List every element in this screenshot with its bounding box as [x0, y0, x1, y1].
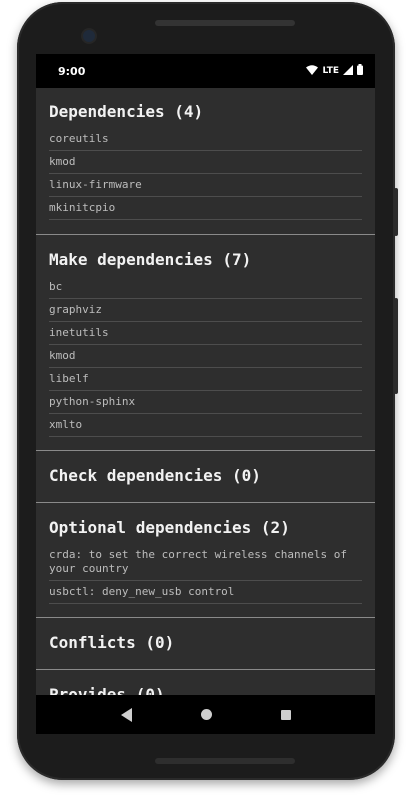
- section-make-dependencies: Make dependencies (7) bc graphviz inetut…: [36, 235, 375, 451]
- section-check-dependencies: Check dependencies (0): [36, 451, 375, 503]
- navigation-bar: [36, 695, 375, 734]
- list-item[interactable]: coreutils: [49, 128, 362, 151]
- network-type: LTE: [322, 66, 339, 76]
- status-icons: LTE: [306, 64, 363, 78]
- wifi-icon: [306, 64, 319, 78]
- recents-square-icon[interactable]: [280, 709, 291, 720]
- earpiece-speaker: [155, 20, 295, 26]
- list-item[interactable]: crda: to set the correct wireless channe…: [49, 544, 362, 581]
- section-title: Check dependencies (0): [49, 466, 261, 485]
- status-time: 9:00: [58, 64, 86, 78]
- list-item[interactable]: libelf: [49, 368, 362, 391]
- battery-icon: [357, 64, 363, 78]
- screen: 9:00 LTE Dependencies (4) coreutils kmod…: [36, 54, 375, 734]
- section-title: Make dependencies (7): [49, 250, 252, 269]
- back-triangle-icon[interactable]: [120, 707, 132, 722]
- section-title: Provides (0): [49, 685, 165, 695]
- front-camera: [83, 30, 95, 42]
- list-item[interactable]: usbctl: deny_new_usb control: [49, 581, 362, 604]
- status-bar: 9:00 LTE: [36, 54, 375, 88]
- section-title: Dependencies (4): [49, 102, 204, 121]
- list-item[interactable]: graphviz: [49, 299, 362, 322]
- section-conflicts: Conflicts (0): [36, 618, 375, 670]
- power-button: [394, 188, 398, 236]
- volume-button: [394, 298, 398, 394]
- section-title: Conflicts (0): [49, 633, 175, 652]
- list-item[interactable]: kmod: [49, 345, 362, 368]
- list-item[interactable]: bc: [49, 276, 362, 299]
- section-dependencies: Dependencies (4) coreutils kmod linux-fi…: [36, 88, 375, 235]
- list-item[interactable]: linux-firmware: [49, 174, 362, 197]
- bottom-speaker: [155, 758, 295, 764]
- dependencies-list[interactable]: Dependencies (4) coreutils kmod linux-fi…: [36, 88, 375, 695]
- section-optional-dependencies: Optional dependencies (2) crda: to set t…: [36, 503, 375, 618]
- section-provides: Provides (0): [36, 670, 375, 695]
- section-title: Optional dependencies (2): [49, 518, 290, 537]
- cell-signal-icon: [343, 64, 353, 78]
- list-item[interactable]: mkinitcpio: [49, 197, 362, 220]
- list-item[interactable]: python-sphinx: [49, 391, 362, 414]
- list-item[interactable]: xmlto: [49, 414, 362, 437]
- list-item[interactable]: kmod: [49, 151, 362, 174]
- home-circle-icon[interactable]: [200, 709, 212, 720]
- list-item[interactable]: inetutils: [49, 322, 362, 345]
